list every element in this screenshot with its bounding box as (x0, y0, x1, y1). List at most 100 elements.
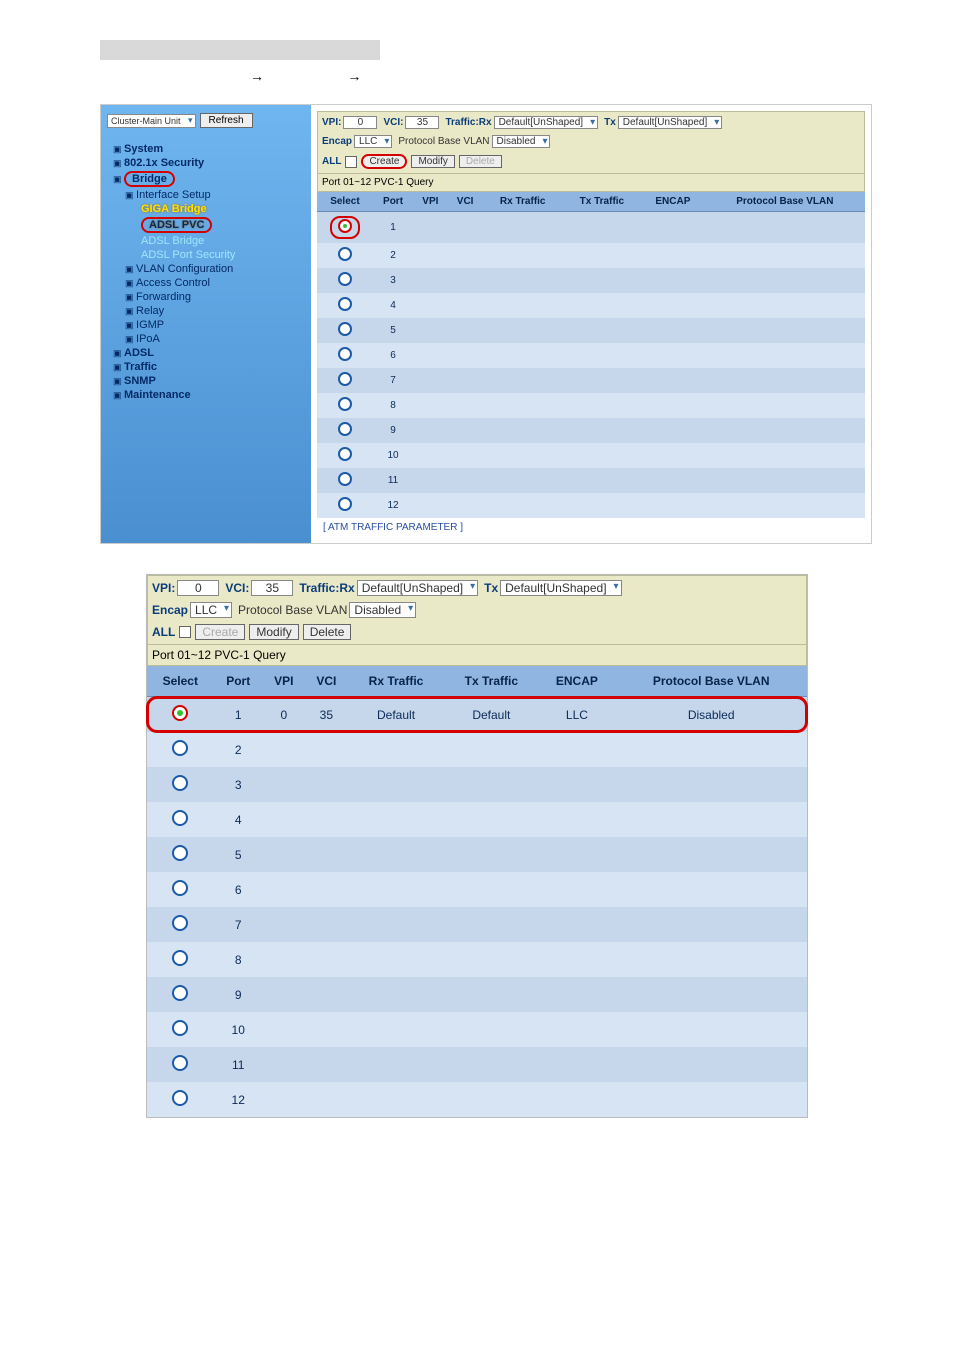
select-radio[interactable] (172, 915, 188, 931)
select-radio[interactable] (338, 472, 352, 486)
sidebar-item-system[interactable]: System (107, 142, 305, 156)
section-heading-bar (100, 40, 380, 60)
sidebar-item-igmp[interactable]: IGMP (107, 318, 305, 332)
traffic-rx-select[interactable]: Default[UnShaped] (357, 580, 478, 596)
cell-pbv (705, 393, 865, 418)
sidebar-item-maintenance[interactable]: Maintenance (107, 388, 305, 402)
pvc-select[interactable]: PVC-1 (374, 177, 403, 188)
delete-button[interactable]: Delete (459, 155, 502, 168)
sidebar-item-traffic[interactable]: Traffic (107, 360, 305, 374)
sidebar-item-giga-bridge[interactable]: GIGA Bridge (107, 202, 305, 216)
table-row: 9 (147, 977, 807, 1012)
table-row: 3 (147, 767, 807, 802)
vci-label: VCI: (383, 117, 403, 128)
cell-rx (348, 977, 444, 1012)
select-radio[interactable] (338, 397, 352, 411)
vci-input[interactable]: 35 (251, 580, 293, 596)
sidebar-item-adsl-bridge[interactable]: ADSL Bridge (107, 234, 305, 248)
select-radio[interactable] (172, 1090, 188, 1106)
select-radio[interactable] (172, 705, 188, 721)
select-radio[interactable] (338, 422, 352, 436)
select-radio[interactable] (338, 372, 352, 386)
cell-vci (305, 872, 348, 907)
create-button[interactable]: Create (195, 624, 245, 640)
all-checkbox[interactable] (179, 626, 191, 638)
cell-encap (538, 1047, 615, 1082)
sidebar-item-adsl-port-security[interactable]: ADSL Port Security (107, 248, 305, 262)
sidebar-item-vlan-configuration[interactable]: VLAN Configuration (107, 262, 305, 276)
select-radio[interactable] (172, 950, 188, 966)
sidebar-item-bridge[interactable]: Bridge (107, 170, 305, 188)
cell-tx (563, 293, 641, 318)
vpi-input[interactable]: 0 (343, 116, 377, 129)
sidebar-item-forwarding[interactable]: Forwarding (107, 290, 305, 304)
select-radio[interactable] (172, 880, 188, 896)
pbv-select[interactable]: Disabled (492, 135, 551, 148)
cell-rx (483, 493, 563, 518)
sidebar-item-access-control[interactable]: Access Control (107, 276, 305, 290)
delete-button[interactable]: Delete (303, 624, 352, 640)
port-range-select[interactable]: Port 01~12 (322, 177, 371, 188)
select-radio[interactable] (172, 985, 188, 1001)
traffic-tx-select[interactable]: Default[UnShaped] (500, 580, 621, 596)
query-button[interactable]: Query (253, 648, 286, 662)
traffic-rx-select[interactable]: Default[UnShaped] (494, 116, 599, 129)
select-radio[interactable] (172, 1055, 188, 1071)
modify-button[interactable]: Modify (411, 155, 454, 168)
pbv-label: Protocol Base VLAN (238, 603, 347, 617)
select-radio[interactable] (338, 272, 352, 286)
cell-port: 8 (373, 393, 413, 418)
port-range-select[interactable]: Port 01~12 (152, 648, 211, 662)
cell-port: 3 (214, 767, 263, 802)
traffic-rx-label: Traffic:Rx (299, 581, 354, 595)
cell-vpi (413, 318, 447, 343)
query-button[interactable]: Query (406, 177, 433, 188)
vci-input[interactable]: 35 (405, 116, 439, 129)
sidebar-item-802-1x-security[interactable]: 802.1x Security (107, 156, 305, 170)
select-radio[interactable] (338, 447, 352, 461)
cell-tx (444, 732, 538, 767)
select-radio[interactable] (172, 845, 188, 861)
sidebar-item-adsl[interactable]: ADSL (107, 346, 305, 360)
select-radio[interactable] (172, 740, 188, 756)
traffic-tx-label: Tx (604, 117, 616, 128)
select-radio[interactable] (172, 810, 188, 826)
encap-select[interactable]: LLC (190, 602, 232, 618)
all-checkbox[interactable] (345, 156, 357, 168)
select-radio[interactable] (338, 297, 352, 311)
select-radio[interactable] (338, 347, 352, 361)
sidebar-item-ipoa[interactable]: IPoA (107, 332, 305, 346)
select-radio[interactable] (172, 775, 188, 791)
table-row: 7 (147, 907, 807, 942)
cell-vpi (413, 493, 447, 518)
cell-pbv (705, 268, 865, 293)
atm-traffic-link[interactable]: [ ATM TRAFFIC PARAMETER ] (317, 518, 469, 537)
cluster-select[interactable]: Cluster-Main Unit (107, 114, 196, 128)
pvc-select[interactable]: PVC-1 (214, 648, 249, 662)
cell-encap (641, 243, 705, 268)
sidebar-item-snmp[interactable]: SNMP (107, 374, 305, 388)
select-radio[interactable] (338, 497, 352, 511)
cell-encap (538, 767, 615, 802)
encap-select[interactable]: LLC (354, 135, 392, 148)
main-panel: VPI: 0 VCI: 35 Traffic:Rx Default[UnShap… (311, 105, 871, 543)
cell-vpi (413, 268, 447, 293)
sidebar-item-interface-setup[interactable]: Interface Setup (107, 188, 305, 202)
col-tx: Tx Traffic (444, 666, 538, 697)
select-radio[interactable] (338, 322, 352, 336)
cell-pbv (705, 212, 865, 244)
modify-button[interactable]: Modify (249, 624, 298, 640)
select-radio[interactable] (172, 1020, 188, 1036)
pbv-select[interactable]: Disabled (349, 602, 416, 618)
cell-tx (563, 418, 641, 443)
sidebar-item-relay[interactable]: Relay (107, 304, 305, 318)
select-radio[interactable] (338, 247, 352, 261)
create-button[interactable]: Create (361, 154, 407, 169)
traffic-tx-select[interactable]: Default[UnShaped] (618, 116, 723, 129)
cell-vpi (413, 468, 447, 493)
refresh-button[interactable]: Refresh (200, 113, 253, 128)
table-row: 9 (317, 418, 865, 443)
select-radio[interactable] (338, 219, 352, 233)
sidebar-item-adsl-pvc[interactable]: ADSL PVC (107, 216, 305, 234)
vpi-input[interactable]: 0 (177, 580, 219, 596)
